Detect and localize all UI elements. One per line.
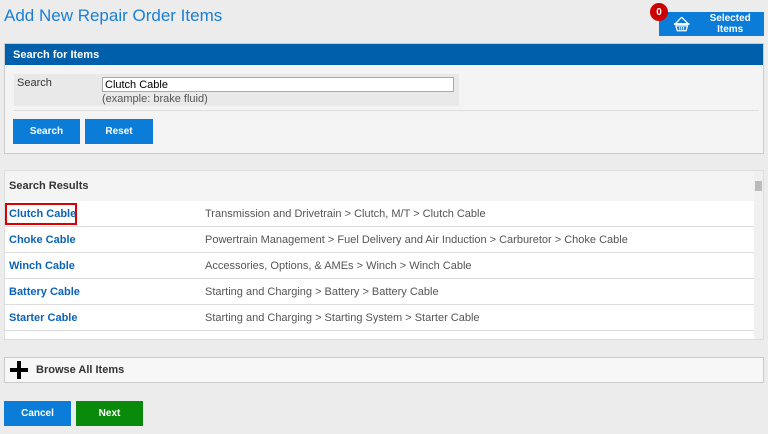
result-category-path: Starting and Charging > Battery > Batter… — [205, 285, 439, 298]
divider — [14, 110, 759, 111]
page-title: Add New Repair Order Items — [4, 6, 223, 25]
search-hint: (example: brake fluid) — [102, 93, 208, 105]
result-row[interactable]: Starter Cable Starting and Charging > Sta… — [5, 305, 755, 331]
result-name-link[interactable]: Choke Cable — [5, 234, 205, 246]
search-input[interactable] — [102, 77, 454, 92]
browse-all-label: Browse All Items — [36, 364, 125, 376]
selected-count-badge: 0 — [650, 3, 668, 21]
selected-items-label: Selected Items — [709, 13, 751, 35]
highlight-box — [5, 203, 77, 225]
browse-all-items[interactable]: Browse All Items — [4, 357, 764, 383]
next-button[interactable]: Next — [76, 401, 143, 426]
search-button[interactable]: Search — [13, 119, 80, 144]
result-category-path: Powertrain Management > Fuel Delivery an… — [205, 233, 628, 246]
results-title: Search Results — [9, 180, 89, 192]
result-row[interactable]: Antenna CableAccessories, Options, & AME… — [5, 331, 755, 340]
selected-items-button[interactable]: Selected Items — [659, 12, 764, 36]
scrollbar-thumb[interactable] — [755, 181, 762, 191]
search-results: Search Results Clutch Cable Transmission … — [4, 170, 764, 340]
result-category-path: Starting and Charging > Starting System … — [205, 311, 480, 324]
result-category-path: Accessories, Options, & AMEs > Antennas … — [205, 338, 584, 340]
result-name-link[interactable]: Starter Cable — [5, 312, 205, 324]
result-category-path: Transmission and Drivetrain > Clutch, M/… — [205, 207, 486, 220]
result-name-link[interactable]: Winch Cable — [5, 260, 205, 272]
search-panel-title: Search for Items — [5, 44, 763, 65]
plus-icon — [10, 361, 28, 379]
search-label: Search — [17, 77, 52, 89]
basket-icon — [673, 16, 690, 32]
result-row[interactable]: Clutch Cable Transmission and Drivetrain … — [5, 201, 755, 227]
result-row[interactable]: Battery Cable Starting and Charging > Bat… — [5, 279, 755, 305]
result-category-path: Accessories, Options, & AMEs > Winch > W… — [205, 259, 472, 272]
result-row[interactable]: Winch Cable Accessories, Options, & AMEs … — [5, 253, 755, 279]
result-name-link[interactable]: Battery Cable — [5, 286, 205, 298]
search-panel: Search for Items Search (example: brake … — [4, 43, 764, 154]
cancel-button[interactable]: Cancel — [4, 401, 71, 426]
result-row[interactable]: Choke Cable Powertrain Management > Fuel … — [5, 227, 755, 253]
reset-button[interactable]: Reset — [85, 119, 153, 144]
scrollbar[interactable] — [754, 171, 763, 339]
result-name-link[interactable]: Antenna Cable — [5, 338, 205, 340]
